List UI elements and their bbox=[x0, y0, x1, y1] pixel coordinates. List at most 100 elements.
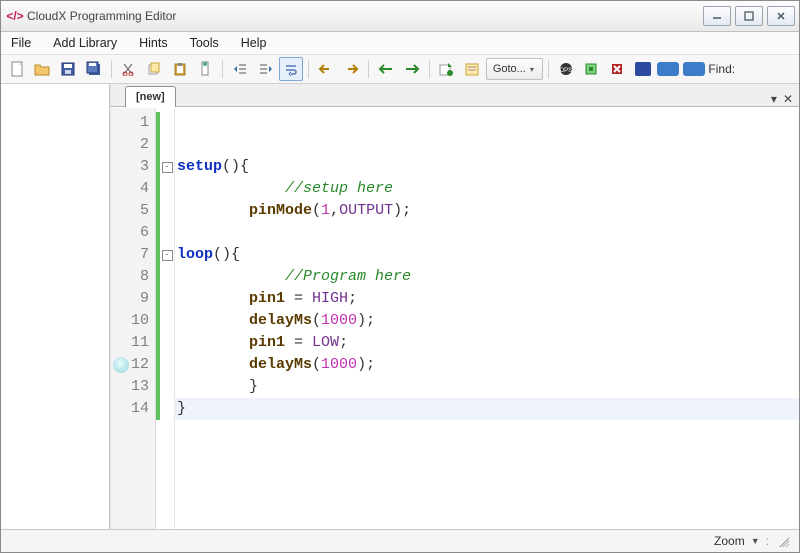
redo-button[interactable] bbox=[340, 57, 364, 81]
fold-cell bbox=[160, 178, 174, 200]
code-line[interactable] bbox=[175, 222, 799, 244]
run-button[interactable] bbox=[435, 57, 459, 81]
project-pane[interactable] bbox=[1, 84, 110, 529]
zoom-divider: : bbox=[766, 534, 769, 548]
undo-button[interactable] bbox=[314, 57, 338, 81]
line-number: 5 bbox=[111, 200, 155, 222]
save-all-button[interactable] bbox=[82, 57, 106, 81]
board-button[interactable] bbox=[579, 57, 603, 81]
fold-cell[interactable]: - bbox=[160, 244, 174, 266]
code-line[interactable]: loop(){ bbox=[175, 244, 799, 266]
line-number: 8 bbox=[111, 266, 155, 288]
main-window: </> CloudX Programming Editor File Add L… bbox=[0, 0, 800, 553]
fold-toggle-icon[interactable]: - bbox=[162, 250, 173, 261]
code-line[interactable]: pinMode(1,OUTPUT); bbox=[175, 200, 799, 222]
zoom-dropdown-icon[interactable]: ▼ bbox=[751, 536, 760, 546]
toolbar-separator bbox=[368, 60, 369, 78]
close-button[interactable] bbox=[767, 6, 795, 26]
code-line[interactable] bbox=[175, 134, 799, 156]
fold-cell bbox=[160, 222, 174, 244]
fold-toggle-icon[interactable]: - bbox=[162, 162, 173, 173]
toolbar-separator bbox=[111, 60, 112, 78]
resize-grip-icon[interactable] bbox=[777, 535, 789, 547]
stop-button[interactable] bbox=[605, 57, 629, 81]
fold-cell bbox=[160, 376, 174, 398]
menu-hints[interactable]: Hints bbox=[135, 34, 171, 52]
code-line[interactable]: } bbox=[175, 376, 799, 398]
line-number: 2 bbox=[111, 134, 155, 156]
code-line[interactable]: setup(){ bbox=[175, 156, 799, 178]
app-title: CloudX Programming Editor bbox=[27, 9, 703, 23]
line-number: 7 bbox=[111, 244, 155, 266]
line-number: 6 bbox=[111, 222, 155, 244]
maximize-button[interactable] bbox=[735, 6, 763, 26]
indent-button[interactable] bbox=[254, 57, 278, 81]
zoom-label[interactable]: Zoom bbox=[714, 534, 745, 548]
bookmark-button[interactable] bbox=[193, 57, 217, 81]
goto-label: Goto... bbox=[493, 63, 526, 75]
bookmark-icon[interactable] bbox=[113, 357, 129, 373]
line-number: 1 bbox=[111, 112, 155, 134]
code-line[interactable]: //Program here bbox=[175, 266, 799, 288]
fold-cell bbox=[160, 310, 174, 332]
fold-cell bbox=[160, 288, 174, 310]
code-line[interactable] bbox=[175, 112, 799, 134]
fold-cell bbox=[160, 266, 174, 288]
tab-label: [new] bbox=[136, 91, 165, 103]
line-number: 13 bbox=[111, 376, 155, 398]
save-button[interactable] bbox=[56, 57, 80, 81]
cut-button[interactable] bbox=[117, 57, 141, 81]
toolbar-separator bbox=[222, 60, 223, 78]
nav-back-button[interactable] bbox=[374, 57, 398, 81]
paste-button[interactable] bbox=[168, 57, 192, 81]
tab-close-icon[interactable]: ✕ bbox=[783, 92, 793, 106]
fold-cell bbox=[160, 354, 174, 376]
fold-cell bbox=[160, 200, 174, 222]
copy-button[interactable] bbox=[142, 57, 166, 81]
code-line[interactable]: delayMs(1000); bbox=[175, 310, 799, 332]
code-line[interactable]: } bbox=[175, 398, 799, 420]
menu-tools[interactable]: Tools bbox=[186, 34, 223, 52]
open-file-button[interactable] bbox=[31, 57, 55, 81]
toolbar-separator bbox=[429, 60, 430, 78]
line-number: 14 bbox=[111, 398, 155, 420]
nav-forward-button[interactable] bbox=[400, 57, 424, 81]
tab-new[interactable]: [new] bbox=[125, 86, 176, 107]
code-line[interactable]: delayMs(1000); bbox=[175, 354, 799, 376]
chip-blue-3[interactable] bbox=[682, 57, 706, 81]
line-number: 10 bbox=[111, 310, 155, 332]
editor-pane: [new] ▾ ✕ 1234567891011121314 -- setup()… bbox=[110, 84, 799, 529]
tab-menu-icon[interactable]: ▾ bbox=[771, 92, 777, 106]
minimize-button[interactable] bbox=[703, 6, 731, 26]
line-number: 9 bbox=[111, 288, 155, 310]
chip-blue-2[interactable] bbox=[656, 57, 680, 81]
goto-dropdown[interactable]: Goto... bbox=[486, 58, 543, 80]
build-button[interactable] bbox=[460, 57, 484, 81]
line-number: 11 bbox=[111, 332, 155, 354]
fold-strip: -- bbox=[160, 108, 175, 529]
window-controls bbox=[703, 6, 795, 26]
code-editor[interactable]: 1234567891011121314 -- setup(){ //setup … bbox=[111, 107, 799, 529]
code-lines[interactable]: setup(){ //setup here pinMode(1,OUTPUT);… bbox=[175, 108, 799, 529]
word-wrap-button[interactable] bbox=[279, 57, 303, 81]
new-file-button[interactable] bbox=[5, 57, 29, 81]
fold-cell bbox=[160, 332, 174, 354]
line-number-gutter: 1234567891011121314 bbox=[111, 108, 156, 529]
fold-cell bbox=[160, 134, 174, 156]
menu-file[interactable]: File bbox=[7, 34, 35, 52]
hex-chip-icon[interactable]: DPS bbox=[554, 57, 578, 81]
code-line[interactable]: pin1 = LOW; bbox=[175, 332, 799, 354]
menu-bar: File Add Library Hints Tools Help bbox=[1, 32, 799, 55]
code-line[interactable]: pin1 = HIGH; bbox=[175, 288, 799, 310]
code-line[interactable]: //setup here bbox=[175, 178, 799, 200]
outdent-button[interactable] bbox=[228, 57, 252, 81]
line-number: 3 bbox=[111, 156, 155, 178]
chip-blue-1[interactable] bbox=[631, 57, 655, 81]
svg-text:DPS: DPS bbox=[559, 68, 571, 74]
status-bar: Zoom ▼ : bbox=[1, 529, 799, 552]
fold-cell[interactable]: - bbox=[160, 156, 174, 178]
menu-help[interactable]: Help bbox=[237, 34, 271, 52]
menu-add-library[interactable]: Add Library bbox=[49, 34, 121, 52]
toolbar-separator bbox=[548, 60, 549, 78]
title-bar: </> CloudX Programming Editor bbox=[1, 1, 799, 32]
